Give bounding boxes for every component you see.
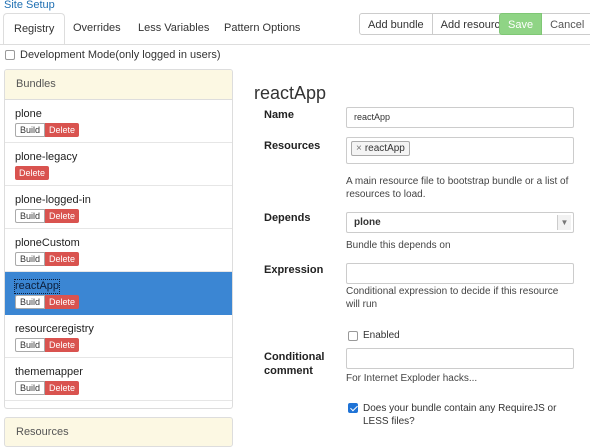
bundle-item-plone-logged-in[interactable]: plone-logged-in Build Delete bbox=[5, 186, 232, 229]
depends-value: plone bbox=[354, 217, 381, 228]
bundle-name: plone-logged-in bbox=[15, 194, 91, 206]
delete-button[interactable]: Delete bbox=[45, 338, 80, 352]
bundle-item-plone-legacy[interactable]: plone-legacy Delete bbox=[5, 143, 232, 186]
name-label: Name bbox=[264, 109, 294, 121]
build-button[interactable]: Build bbox=[15, 338, 46, 352]
tab-less-variables[interactable]: Less Variables bbox=[128, 13, 219, 43]
expression-help: Conditional expression to decide if this… bbox=[346, 286, 559, 310]
bundle-name: thememapper bbox=[15, 366, 83, 378]
bundles-panel: Bundles plone Build Delete plone-legacy … bbox=[4, 69, 233, 409]
bundle-name: plone-legacy bbox=[15, 151, 78, 163]
resources-label: Resources bbox=[264, 140, 321, 152]
detail-title: reactApp bbox=[254, 83, 327, 103]
chevron-down-icon[interactable]: ▼ bbox=[557, 215, 571, 230]
bundle-name: ploneCustom bbox=[15, 237, 80, 249]
build-button[interactable]: Build bbox=[15, 295, 46, 309]
build-button[interactable]: Build bbox=[15, 252, 46, 266]
dev-mode-row: Development Mode(only logged in users) bbox=[5, 49, 221, 61]
depends-help: Bundle this depends on bbox=[346, 240, 451, 251]
expression-label: Expression bbox=[264, 264, 324, 276]
remove-token-icon[interactable]: × bbox=[356, 143, 362, 154]
bundle-name: plone bbox=[15, 108, 42, 120]
bundle-item-resourceregistry[interactable]: resourceregistry Build Delete bbox=[5, 315, 232, 358]
bundle-item-plonecustom[interactable]: ploneCustom Build Delete bbox=[5, 229, 232, 272]
bundle-item-reactapp[interactable]: reactApp Build Delete bbox=[5, 272, 232, 315]
resources-panel-title: Resources bbox=[4, 417, 233, 447]
token-label: reactApp bbox=[364, 143, 405, 154]
bundles-panel-title: Bundles bbox=[5, 70, 232, 100]
requirejs-label: Does your bundle contain any RequireJS o… bbox=[363, 403, 557, 427]
tab-pattern-options[interactable]: Pattern Options bbox=[214, 13, 310, 43]
depends-select[interactable]: plone ▼ bbox=[346, 212, 574, 233]
delete-button[interactable]: Delete bbox=[45, 295, 80, 309]
bundle-item-thememapper[interactable]: thememapper Build Delete bbox=[5, 358, 232, 401]
save-cancel-group: Save Cancel bbox=[499, 13, 590, 35]
conditional-comment-help: For Internet Exploder hacks... bbox=[346, 373, 478, 384]
name-input[interactable]: reactApp bbox=[346, 107, 574, 128]
bundle-name: reactApp bbox=[13, 279, 61, 294]
dev-mode-label: Development Mode(only logged in users) bbox=[20, 49, 221, 61]
delete-button[interactable]: Delete bbox=[15, 166, 50, 180]
add-bundle-button[interactable]: Add bundle bbox=[359, 13, 433, 35]
conditional-comment-input[interactable] bbox=[346, 348, 574, 369]
bundle-name: resourceregistry bbox=[15, 323, 94, 335]
expression-input[interactable] bbox=[346, 263, 574, 284]
tabs-divider bbox=[0, 44, 590, 45]
delete-button[interactable]: Delete bbox=[45, 252, 80, 266]
requirejs-row: Does your bundle contain any RequireJS o… bbox=[348, 402, 578, 428]
build-button[interactable]: Build bbox=[15, 381, 46, 395]
cancel-button[interactable]: Cancel bbox=[542, 13, 590, 35]
build-button[interactable]: Build bbox=[15, 209, 46, 223]
enabled-checkbox[interactable] bbox=[348, 331, 358, 341]
dev-mode-checkbox[interactable] bbox=[5, 50, 15, 60]
enabled-label: Enabled bbox=[363, 330, 400, 341]
build-button[interactable]: Build bbox=[15, 123, 46, 137]
conditional-comment-label: Conditional comment bbox=[264, 351, 325, 377]
delete-button[interactable]: Delete bbox=[45, 381, 80, 395]
tab-registry[interactable]: Registry bbox=[3, 13, 65, 45]
enabled-row: Enabled bbox=[348, 330, 400, 341]
resource-token[interactable]: × reactApp bbox=[351, 141, 410, 156]
save-button[interactable]: Save bbox=[499, 13, 543, 35]
delete-button[interactable]: Delete bbox=[45, 123, 80, 137]
resources-help: A main resource file to bootstrap bundle… bbox=[346, 176, 569, 200]
depends-label: Depends bbox=[264, 212, 311, 224]
tab-overrides[interactable]: Overrides bbox=[63, 13, 131, 43]
site-setup-link[interactable]: Site Setup bbox=[4, 0, 55, 11]
bundle-item-plone[interactable]: plone Build Delete bbox=[5, 100, 232, 143]
requirejs-checkbox[interactable] bbox=[348, 403, 358, 413]
add-button-group: Add bundle Add resource bbox=[359, 13, 516, 35]
delete-button[interactable]: Delete bbox=[45, 209, 80, 223]
